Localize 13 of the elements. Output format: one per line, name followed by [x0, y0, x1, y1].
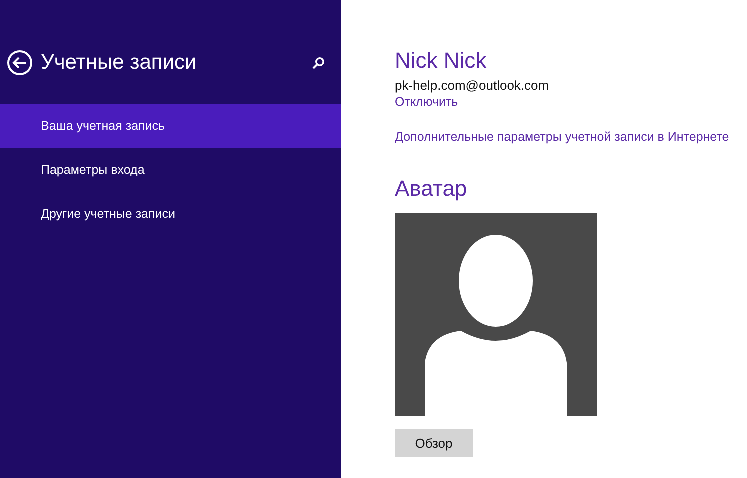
account-email: pk-help.com@outlook.com [395, 78, 550, 93]
nav-item[interactable]: Другие учетные записи [0, 192, 341, 236]
avatar-placeholder-icon [395, 213, 597, 416]
browse-button[interactable]: Обзор [395, 429, 473, 457]
nav-item[interactable]: Ваша учетная запись [0, 104, 341, 148]
nav-item[interactable]: Параметры входа [0, 148, 341, 192]
disconnect-link[interactable]: Отключить [395, 95, 458, 109]
account-name: Nick Nick [395, 48, 487, 74]
account-settings-link[interactable]: Дополнительные параметры учетной записи в Интернете [395, 130, 730, 144]
back-icon[interactable] [7, 50, 33, 76]
section-heading: Аватар [395, 176, 468, 202]
search-icon[interactable] [312, 56, 325, 70]
page-title: Учетные записи [41, 51, 198, 75]
